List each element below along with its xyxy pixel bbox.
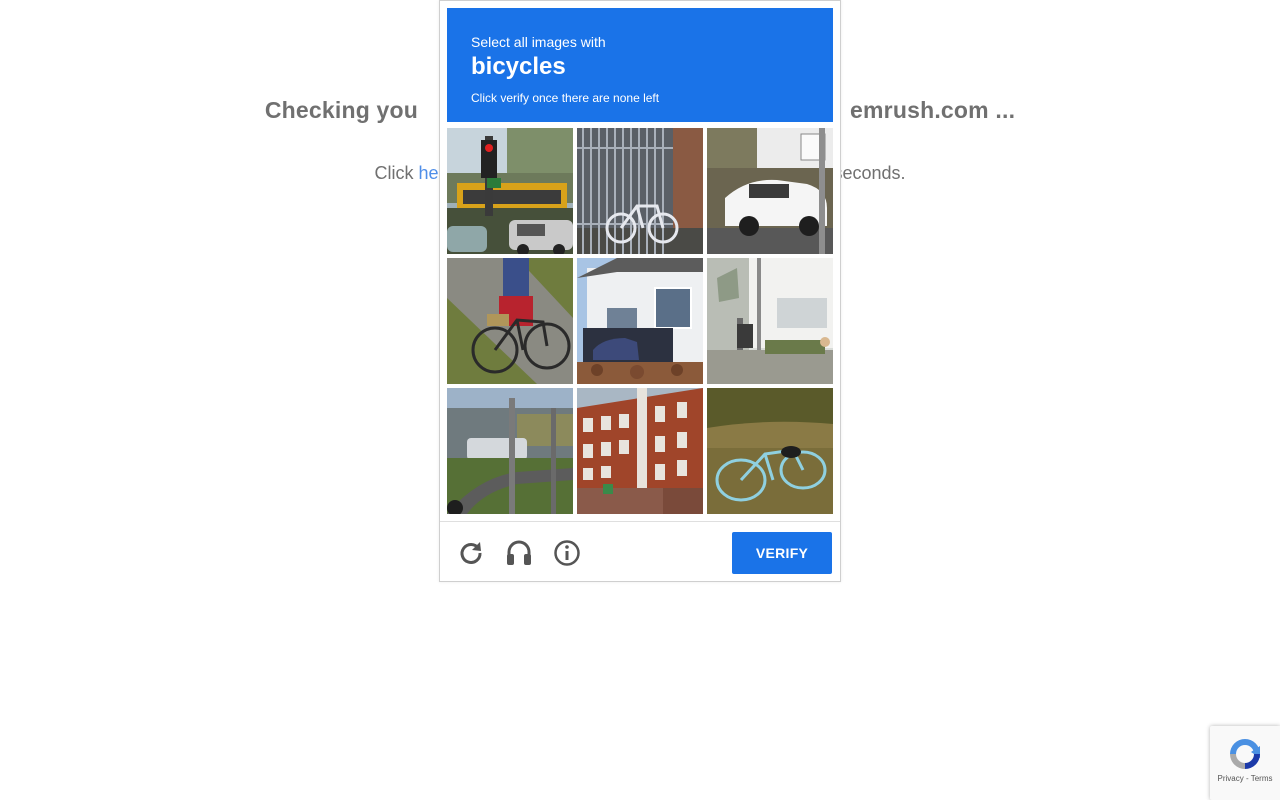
image-tile-7[interactable] xyxy=(447,388,573,514)
challenge-footer: VERIFY xyxy=(440,521,840,582)
image-tile-4[interactable] xyxy=(447,258,573,384)
page-subtext-right: seconds. xyxy=(833,163,906,183)
image-tile-1[interactable] xyxy=(447,128,573,254)
bicycle-on-grass-image xyxy=(707,388,833,514)
audio-challenge-button[interactable] xyxy=(504,538,534,568)
recaptcha-logo-icon xyxy=(1230,739,1260,769)
image-tile-2[interactable] xyxy=(577,128,703,254)
headphones-icon xyxy=(507,540,531,565)
road-with-bus-image xyxy=(447,388,573,514)
white-building-street-image xyxy=(707,258,833,384)
reload-icon xyxy=(460,542,482,564)
bicycle-behind-gate-image xyxy=(577,128,703,254)
page-subtext-link[interactable]: he xyxy=(418,163,438,183)
recaptcha-badge[interactable]: Privacy - Terms xyxy=(1210,726,1280,800)
image-tile-3[interactable] xyxy=(707,128,833,254)
captcha-challenge: Select all images with bicycles Click ve… xyxy=(439,0,841,582)
challenge-hint: Click verify once there are none left xyxy=(471,91,660,105)
recaptcha-privacy-terms[interactable]: Privacy - Terms xyxy=(1210,774,1280,783)
white-car-image xyxy=(707,128,833,254)
challenge-target-word: bicycles xyxy=(471,53,566,80)
help-button[interactable] xyxy=(552,538,582,568)
image-tile-9[interactable] xyxy=(707,388,833,514)
reload-button[interactable] xyxy=(456,538,486,568)
image-tile-8[interactable] xyxy=(577,388,703,514)
traffic-light-bus-car-image xyxy=(447,128,573,254)
page-heading-right: emrush.com ... xyxy=(850,97,1016,123)
house-with-car-image xyxy=(577,258,703,384)
image-tile-6[interactable] xyxy=(707,258,833,384)
brick-building-image xyxy=(577,388,703,514)
image-grid xyxy=(447,128,833,514)
challenge-instruction: Select all images with xyxy=(471,34,606,50)
page-subtext-left: Click xyxy=(374,163,419,183)
person-riding-bicycle-image xyxy=(447,258,573,384)
page: Checking you emrush.com ... Click he secon… xyxy=(0,0,1280,800)
info-icon xyxy=(554,540,580,566)
page-heading-left: Checking you xyxy=(264,97,419,123)
image-tile-5[interactable] xyxy=(577,258,703,384)
challenge-header: Select all images with bicycles Click ve… xyxy=(447,8,833,122)
verify-button[interactable]: VERIFY xyxy=(732,532,832,574)
